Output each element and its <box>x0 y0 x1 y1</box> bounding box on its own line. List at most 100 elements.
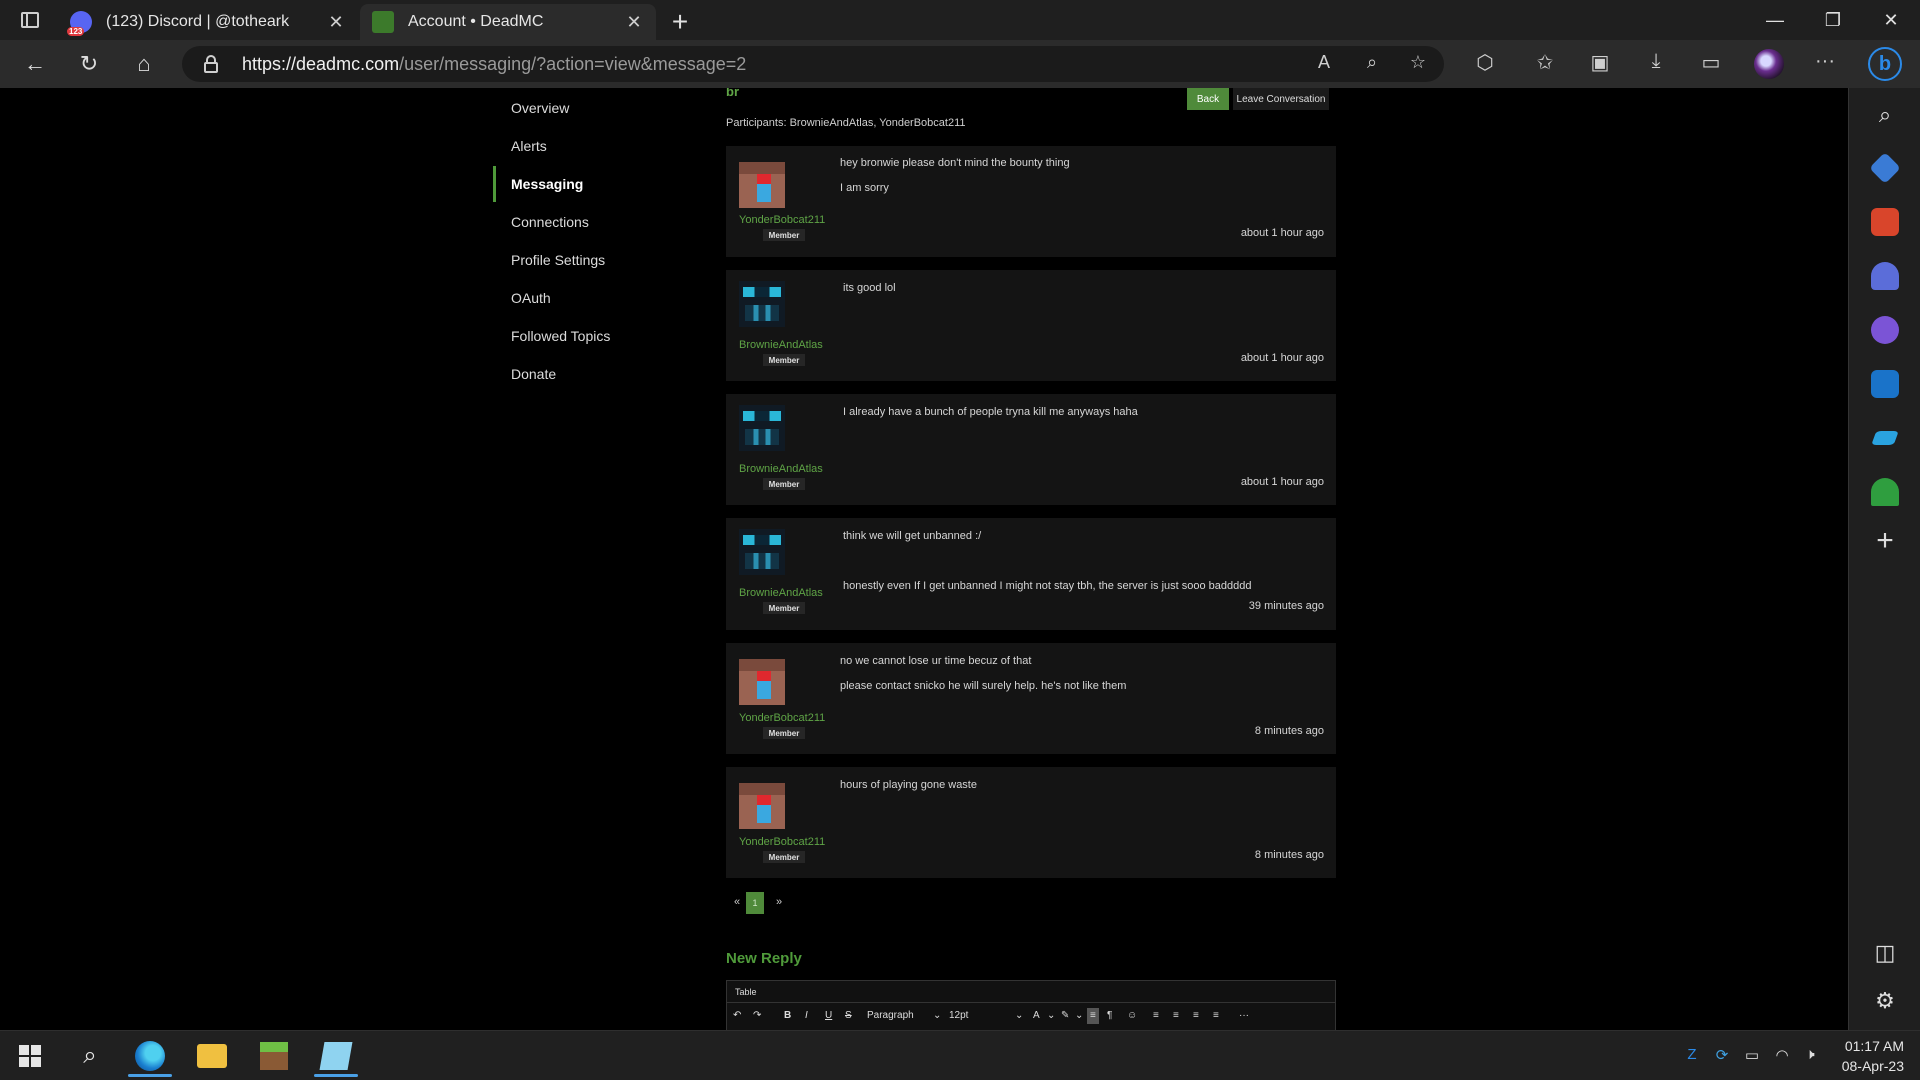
bing-chat-button[interactable]: b <box>1866 44 1904 84</box>
account-nav-oauth[interactable]: OAuth <box>493 280 693 316</box>
strikethrough-icon[interactable]: S <box>845 1010 852 1021</box>
shopping-tag-icon[interactable] <box>1869 152 1901 184</box>
avatar[interactable] <box>739 659 785 705</box>
taskbar-file-explorer[interactable] <box>186 1035 238 1077</box>
battery-icon[interactable]: ▭ <box>1742 1046 1762 1066</box>
send-icon[interactable] <box>1871 431 1899 445</box>
paragraph-direction-icon[interactable]: ¶ <box>1107 1010 1112 1021</box>
chevron-down-icon[interactable]: ⌄ <box>1047 1010 1055 1021</box>
message-author[interactable]: YonderBobcat211 <box>739 836 825 848</box>
copilot-icon[interactable] <box>1871 316 1899 344</box>
block-format-select[interactable]: Paragraph <box>867 1010 914 1021</box>
address-bar[interactable]: https://deadmc.com/user/messaging/?actio… <box>182 46 1444 82</box>
message-text: its good lol <box>843 282 896 294</box>
clear-format-icon[interactable]: ≡ <box>1087 1008 1099 1024</box>
split-view-icon[interactable]: ◫ <box>1871 940 1899 968</box>
text-color-icon[interactable]: A <box>1033 1010 1040 1021</box>
chevron-down-icon[interactable]: ⌄ <box>1075 1010 1083 1021</box>
back-arrow-icon[interactable]: ← <box>18 48 52 80</box>
tab-close-icon[interactable]: ✕ <box>326 12 346 33</box>
search-icon[interactable]: ⌕ <box>1871 102 1899 130</box>
account-nav-connections[interactable]: Connections <box>493 204 693 240</box>
gear-icon[interactable]: ⚙ <box>1871 988 1899 1016</box>
tab-discord[interactable]: (123) Discord | @totheark ✕ <box>58 4 358 40</box>
italic-icon[interactable]: I <box>805 1010 808 1021</box>
account-nav-overview[interactable]: Overview <box>493 90 693 126</box>
search-icon[interactable]: ⌕ <box>64 1035 116 1077</box>
downloads-icon[interactable]: ⤓ <box>1641 50 1671 78</box>
emoji-icon[interactable]: ☺ <box>1127 1010 1137 1021</box>
more-tools-icon[interactable]: ··· <box>1239 1010 1249 1021</box>
outlook-icon[interactable] <box>1871 370 1899 398</box>
chevron-down-icon[interactable]: ⌄ <box>1015 1010 1023 1021</box>
message-author[interactable]: BrownieAndAtlas <box>739 463 823 475</box>
avatar[interactable] <box>739 281 785 327</box>
message-author[interactable]: BrownieAndAtlas <box>739 587 823 599</box>
tab-deadmc-account[interactable]: Account • DeadMC ✕ <box>360 4 656 40</box>
volume-muted-icon[interactable]: 🕨 <box>1800 1046 1820 1066</box>
account-nav-messaging[interactable]: Messaging <box>493 166 693 202</box>
chevron-down-icon[interactable]: ⌄ <box>933 1010 941 1021</box>
tools-icon[interactable] <box>1871 208 1899 236</box>
home-icon[interactable]: ⌂ <box>127 48 161 80</box>
align-right-icon[interactable]: ≡ <box>1193 1010 1199 1021</box>
extensions-icon[interactable]: ⬡ <box>1470 50 1500 78</box>
avatar[interactable] <box>739 529 785 575</box>
pagination-current-page[interactable]: 1 <box>746 892 764 914</box>
taskbar-edge[interactable] <box>124 1035 176 1077</box>
pagination-prev[interactable]: « <box>734 896 740 908</box>
avatar[interactable] <box>739 162 785 208</box>
start-button[interactable] <box>4 1035 56 1077</box>
font-size-select[interactable]: 12pt <box>949 1010 968 1021</box>
wifi-icon[interactable]: ◠ <box>1772 1046 1792 1066</box>
restore-icon[interactable]: ❐ <box>1804 0 1862 40</box>
account-nav-donate[interactable]: Donate <box>493 356 693 392</box>
more-menu-icon[interactable]: ··· <box>1810 50 1840 78</box>
refresh-icon[interactable]: ↻ <box>72 48 106 80</box>
redo-icon[interactable]: ↷ <box>753 1010 761 1021</box>
message-author[interactable]: YonderBobcat211 <box>739 712 825 724</box>
message-author[interactable]: YonderBobcat211 <box>739 214 825 226</box>
add-favorite-icon[interactable]: ☆ <box>1404 52 1432 76</box>
highlight-icon[interactable]: ✎ <box>1061 1010 1069 1021</box>
align-left-icon[interactable]: ≡ <box>1153 1010 1159 1021</box>
system-clock[interactable]: 01:17 AM 08-Apr-23 <box>1842 1036 1904 1076</box>
pagination-next[interactable]: » <box>776 896 782 908</box>
favorites-icon[interactable]: ✩ <box>1530 50 1560 78</box>
taskbar-app[interactable] <box>310 1035 362 1077</box>
zoom-out-icon[interactable]: ⌕ <box>1358 52 1386 76</box>
read-aloud-icon[interactable]: A <box>1310 52 1338 76</box>
reply-editor[interactable]: Table ↶ ↷ B I U S Paragraph ⌄ 12pt ⌄ A ⌄… <box>726 980 1336 1030</box>
taskbar-minecraft[interactable] <box>248 1035 300 1077</box>
new-tab-button[interactable]: + <box>665 6 695 38</box>
leave-conversation-button[interactable]: Leave Conversation <box>1233 88 1329 110</box>
url-text[interactable]: https://deadmc.com/user/messaging/?actio… <box>242 54 746 75</box>
align-justify-icon[interactable]: ≡ <box>1213 1010 1219 1021</box>
close-window-icon[interactable]: ✕ <box>1862 0 1920 40</box>
minimize-icon[interactable]: — <box>1746 0 1804 40</box>
underline-icon[interactable]: U <box>825 1010 832 1021</box>
app-icon[interactable]: ▭ <box>1696 50 1726 78</box>
undo-icon[interactable]: ↶ <box>733 1010 741 1021</box>
account-nav-profile-settings[interactable]: Profile Settings <box>493 242 693 278</box>
zoom-tray-icon[interactable]: Z <box>1682 1046 1702 1066</box>
collections-icon[interactable]: ▣ <box>1585 50 1615 78</box>
games-icon[interactable] <box>1871 262 1899 290</box>
edge-icon <box>135 1041 165 1071</box>
account-nav-followed-topics[interactable]: Followed Topics <box>493 318 693 354</box>
profile-avatar[interactable] <box>1754 49 1784 79</box>
add-sidebar-app-icon[interactable]: + <box>1869 526 1901 558</box>
lock-icon[interactable] <box>204 55 218 73</box>
avatar[interactable] <box>739 405 785 451</box>
editor-menu-table[interactable]: Table <box>727 981 1335 1003</box>
tab-actions-icon[interactable] <box>14 8 46 32</box>
avatar[interactable] <box>739 783 785 829</box>
bold-icon[interactable]: B <box>784 1010 791 1021</box>
back-button[interactable]: Back <box>1187 88 1229 110</box>
account-nav-alerts[interactable]: Alerts <box>493 128 693 164</box>
tab-close-icon[interactable]: ✕ <box>624 12 644 33</box>
sync-tray-icon[interactable]: ⟳ <box>1712 1046 1732 1066</box>
message-author[interactable]: BrownieAndAtlas <box>739 339 823 351</box>
align-center-icon[interactable]: ≡ <box>1173 1010 1179 1021</box>
tree-icon[interactable] <box>1871 478 1899 506</box>
